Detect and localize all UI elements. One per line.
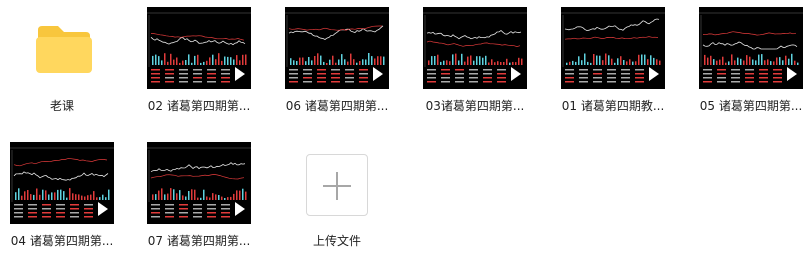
video-label: 05 诸葛第四期第... [699,99,803,113]
video-label: 02 诸葛第四期第... [147,99,251,113]
folder-item[interactable]: 老课 [2,0,122,120]
video-thumbnail[interactable] [147,7,251,89]
video-label: 01 诸葛第四期教... [561,99,665,113]
play-icon [511,67,521,81]
video-thumbnail[interactable] [423,7,527,89]
video-label: 07 诸葛第四期第... [147,234,251,248]
upload-label: 上传文件 [312,234,361,248]
folder-label: 老课 [49,99,74,113]
video-thumbnail[interactable] [10,142,114,224]
upload-button[interactable] [306,154,368,216]
video-label: 04 诸葛第四期第... [10,234,114,248]
play-icon [235,202,245,216]
video-label: 03诸葛第四期第... [425,99,525,113]
play-icon [787,67,797,81]
video-label: 06 诸葛第四期第... [285,99,389,113]
play-icon [649,67,659,81]
video-thumbnail[interactable] [147,142,251,224]
play-icon [373,67,383,81]
video-thumbnail[interactable] [561,7,665,89]
play-icon [235,67,245,81]
video-thumbnail[interactable] [285,7,389,89]
folder-icon [36,26,92,73]
video-thumbnail[interactable] [699,7,803,89]
play-icon [98,202,108,216]
